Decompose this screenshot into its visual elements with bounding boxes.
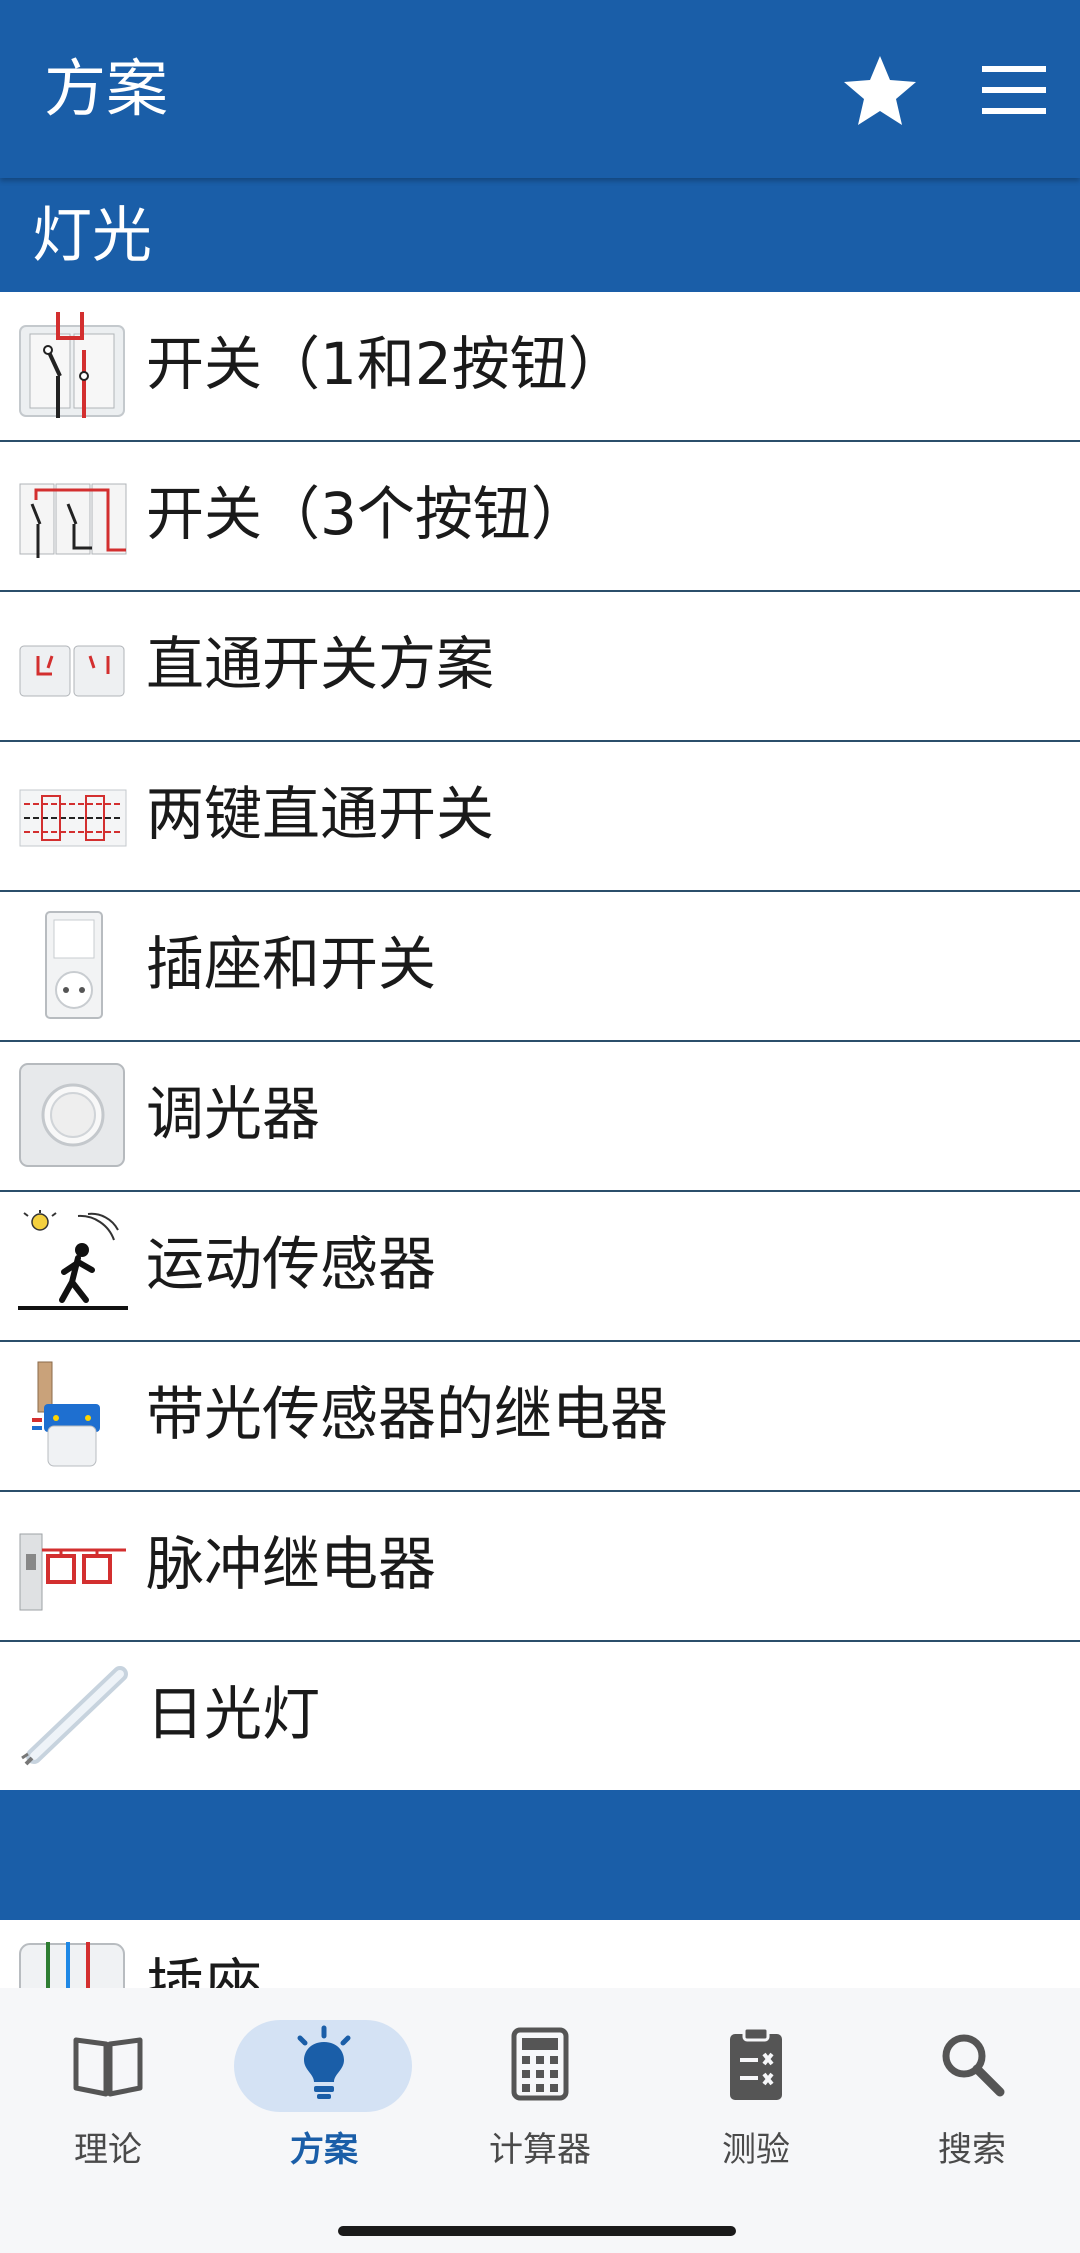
calculator-icon xyxy=(511,2027,569,2101)
socket-icon xyxy=(19,1942,125,1988)
nav-label: 理论 xyxy=(74,2130,142,2170)
list-item-label: 插座和开关 xyxy=(146,930,437,998)
page-title: 方案 xyxy=(44,52,169,125)
motion-sensor-icon xyxy=(18,1210,128,1310)
switch-1-2-icon xyxy=(19,312,125,418)
section-title: 灯光 xyxy=(32,201,152,271)
nav-label: 方案 xyxy=(290,2130,358,2170)
nav-calculator[interactable]: 计算器 xyxy=(440,2020,640,2190)
list-item[interactable]: 直通开关方案 xyxy=(0,592,1080,742)
list-item-label: 开关（3个按钮） xyxy=(146,480,589,548)
nav-quiz[interactable]: 测验 xyxy=(656,2020,856,2190)
list-item[interactable]: 运动传感器 xyxy=(0,1192,1080,1342)
list-item-label: 日光灯 xyxy=(146,1680,321,1748)
dimmer-icon xyxy=(19,1063,125,1167)
nav-schemes[interactable]: 方案 xyxy=(224,2020,424,2190)
list-item[interactable]: 插座和开关 xyxy=(0,892,1080,1042)
list-item[interactable]: 两键直通开关 xyxy=(0,742,1080,892)
bottom-navigation: 理论 方案 计算器 测验 搜索 xyxy=(0,1988,1080,2253)
nav-search[interactable]: 搜索 xyxy=(872,2020,1072,2190)
favorites-button[interactable] xyxy=(840,50,920,130)
pass-through-switch-icon xyxy=(19,645,125,697)
list-item-label: 开关（1和2按钮） xyxy=(146,330,626,398)
list-item-label: 运动传感器 xyxy=(146,1230,437,1298)
lightbulb-icon xyxy=(297,2025,351,2099)
hamburger-menu-icon xyxy=(982,66,1046,114)
list-item[interactable]: 脉冲继电器 xyxy=(0,1492,1080,1642)
section-header-next xyxy=(0,1790,1080,1920)
nav-label: 搜索 xyxy=(938,2130,1006,2170)
book-icon xyxy=(73,2037,143,2097)
list-item-label: 带光传感器的继电器 xyxy=(146,1380,669,1448)
clipboard-quiz-icon xyxy=(730,2026,782,2100)
list-item[interactable]: 日光灯 xyxy=(0,1642,1080,1792)
list-item[interactable]: 开关（1和2按钮） xyxy=(0,292,1080,442)
nav-label: 计算器 xyxy=(489,2130,591,2170)
scheme-list: 开关（1和2按钮） 开关（3个按钮） 直通开关方案 两键直通开关 插座和开关 调… xyxy=(0,292,1080,1792)
list-item[interactable]: 带光传感器的继电器 xyxy=(0,1342,1080,1492)
app-bar: 方案 xyxy=(0,0,1080,178)
star-icon xyxy=(844,56,916,125)
list-item-label: 两键直通开关 xyxy=(146,780,495,848)
list-item[interactable]: 调光器 xyxy=(0,1042,1080,1192)
list-item-label: 脉冲继电器 xyxy=(146,1530,437,1598)
list-item[interactable]: 插座 xyxy=(0,1920,1080,1988)
light-sensor-relay-icon xyxy=(32,1361,100,1467)
socket-switch-icon xyxy=(45,911,103,1019)
switch-3-icon xyxy=(19,483,127,558)
impulse-relay-icon xyxy=(19,1533,126,1611)
list-item-label: 插座 xyxy=(146,1952,263,1988)
nav-label: 测验 xyxy=(722,2130,790,2170)
nav-theory[interactable]: 理论 xyxy=(8,2020,208,2190)
menu-button[interactable] xyxy=(978,54,1050,126)
list-item-label: 直通开关方案 xyxy=(146,630,495,698)
two-key-pass-through-icon xyxy=(19,789,127,847)
list-item-label: 调光器 xyxy=(146,1080,321,1148)
home-indicator[interactable] xyxy=(338,2226,736,2236)
list-item[interactable]: 开关（3个按钮） xyxy=(0,442,1080,592)
section-header-lighting: 灯光 xyxy=(0,178,1080,292)
search-icon xyxy=(942,2034,1005,2097)
fluorescent-lamp-icon xyxy=(21,1666,128,1766)
